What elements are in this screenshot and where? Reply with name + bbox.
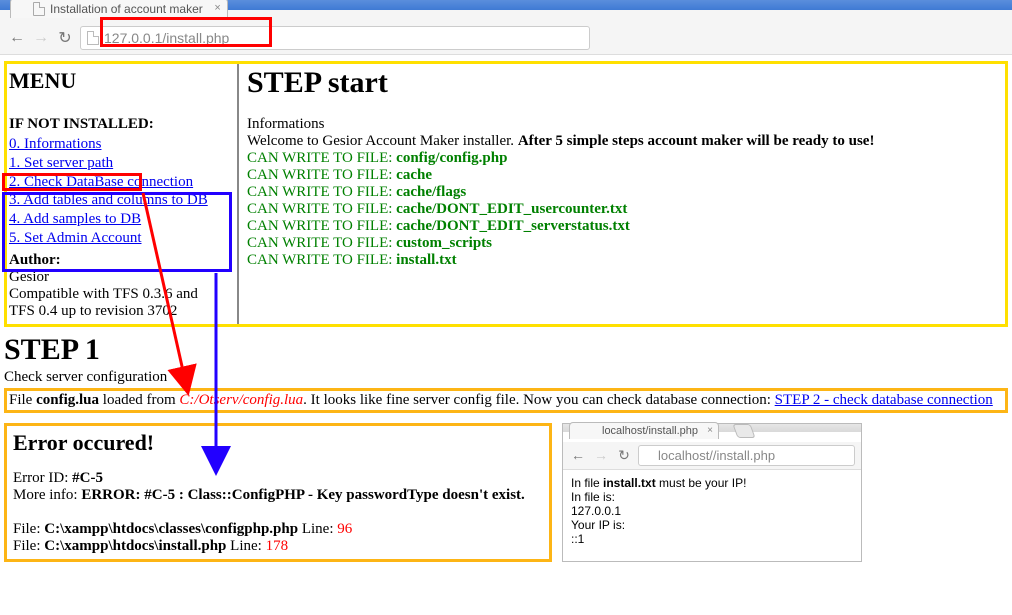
step1-result-box: File config.lua loaded from C:/Otserv/co… xyxy=(4,388,1008,413)
mini-forward-button[interactable]: → xyxy=(592,447,610,463)
step1-title: STEP 1 xyxy=(4,333,1008,367)
menu-link-add-tables[interactable]: 3. Add tables and columns to DB xyxy=(9,191,233,210)
step-start-panel: MENU IF NOT INSTALLED: 0. Informations 1… xyxy=(4,61,1008,327)
mini-url-text: localhost//install.php xyxy=(658,448,775,463)
mini-tab-title: localhost/install.php xyxy=(602,425,698,437)
error-more-line: More info: ERROR: #C-5 : Class::ConfigPH… xyxy=(13,487,543,504)
step1-subtitle: Check server configuration xyxy=(4,369,1008,386)
address-bar[interactable]: 127.0.0.1/install.php xyxy=(80,26,590,50)
back-button[interactable]: ← xyxy=(8,29,26,47)
step-start-column: STEP start Informations Welcome to Gesio… xyxy=(239,64,1005,324)
menu-link-informations[interactable]: 0. Informations xyxy=(9,135,233,154)
author-name: Gesior xyxy=(9,269,49,285)
mini-tabstrip: localhost/install.php × xyxy=(563,424,861,432)
step2-link[interactable]: STEP 2 - check database connection xyxy=(775,392,993,408)
canwrite-line: CAN WRITE TO FILE: custom_scripts xyxy=(247,235,999,252)
canwrite-line: CAN WRITE TO FILE: cache/flags xyxy=(247,184,999,201)
menu-heading: MENU xyxy=(9,68,233,94)
error-title: Error occured! xyxy=(13,430,543,456)
informations-label: Informations xyxy=(247,116,999,133)
mini-back-button[interactable]: ← xyxy=(569,447,587,463)
menu-link-check-db[interactable]: 2. Check DataBase connection xyxy=(9,173,233,192)
author-label: Author: xyxy=(9,252,233,269)
canwrite-line: CAN WRITE TO FILE: cache/DONT_EDIT_userc… xyxy=(247,201,999,218)
canwrite-line: CAN WRITE TO FILE: cache/DONT_EDIT_serve… xyxy=(247,218,999,235)
config-file-path: C:/Otserv/config.lua xyxy=(179,392,303,408)
browser-toolbar: ← → ↻ 127.0.0.1/install.php xyxy=(0,22,1012,55)
close-icon[interactable]: × xyxy=(707,425,713,436)
menu-link-set-server-path[interactable]: 1. Set server path xyxy=(9,154,233,173)
page-icon xyxy=(588,425,598,437)
page-icon xyxy=(644,449,654,461)
menu-link-set-admin[interactable]: 5. Set Admin Account xyxy=(9,229,233,248)
page-icon xyxy=(33,2,45,16)
url-text: 127.0.0.1/install.php xyxy=(104,30,229,46)
config-file-name: config.lua xyxy=(36,392,99,408)
error-id-line: Error ID: #C-5 xyxy=(13,470,543,487)
mini-body: In file install.txt must be your IP! In … xyxy=(563,470,861,552)
menu-link-add-samples[interactable]: 4. Add samples to DB xyxy=(9,210,233,229)
canwrite-line: CAN WRITE TO FILE: config/config.php xyxy=(247,150,999,167)
mini-toolbar: ← → ↻ localhost//install.php xyxy=(563,442,861,470)
page-icon xyxy=(87,31,99,45)
canwrite-line: CAN WRITE TO FILE: install.txt xyxy=(247,252,999,269)
reload-button[interactable]: ↻ xyxy=(56,28,74,48)
mini-new-tab-button[interactable] xyxy=(732,424,755,438)
compat-line-1: Compatible with TFS 0.3.6 and xyxy=(9,286,198,302)
mini-browser-window: localhost/install.php × ← → ↻ localhost/… xyxy=(562,423,862,562)
mini-address-bar[interactable]: localhost//install.php xyxy=(638,445,855,466)
mini-browser-tab[interactable]: localhost/install.php × xyxy=(569,422,719,439)
error-file-line-1: File: C:\xampp\htdocs\classes\configphp.… xyxy=(13,521,543,538)
browser-tabstrip: Installation of account maker × xyxy=(0,0,1012,10)
canwrite-list: CAN WRITE TO FILE: config/config.phpCAN … xyxy=(247,150,999,269)
forward-button[interactable]: → xyxy=(32,29,50,47)
error-panel: Error occured! Error ID: #C-5 More info:… xyxy=(4,423,552,562)
close-icon[interactable]: × xyxy=(214,2,220,14)
step1-section: STEP 1 Check server configuration File c… xyxy=(4,333,1008,413)
canwrite-line: CAN WRITE TO FILE: cache xyxy=(247,167,999,184)
menu-subheading: IF NOT INSTALLED: xyxy=(9,116,233,133)
error-file-line-2: File: C:\xampp\htdocs\install.php Line: … xyxy=(13,538,543,555)
tab-title: Installation of account maker xyxy=(50,2,203,16)
menu-column: MENU IF NOT INSTALLED: 0. Informations 1… xyxy=(7,64,239,324)
mini-reload-button[interactable]: ↻ xyxy=(615,447,633,464)
compat-line-2: TFS 0.4 up to revision 3702 xyxy=(9,303,177,319)
browser-tab[interactable]: Installation of account maker × xyxy=(10,0,228,18)
step-start-title: STEP start xyxy=(247,66,999,100)
welcome-line: Welcome to Gesior Account Maker installe… xyxy=(247,133,999,150)
